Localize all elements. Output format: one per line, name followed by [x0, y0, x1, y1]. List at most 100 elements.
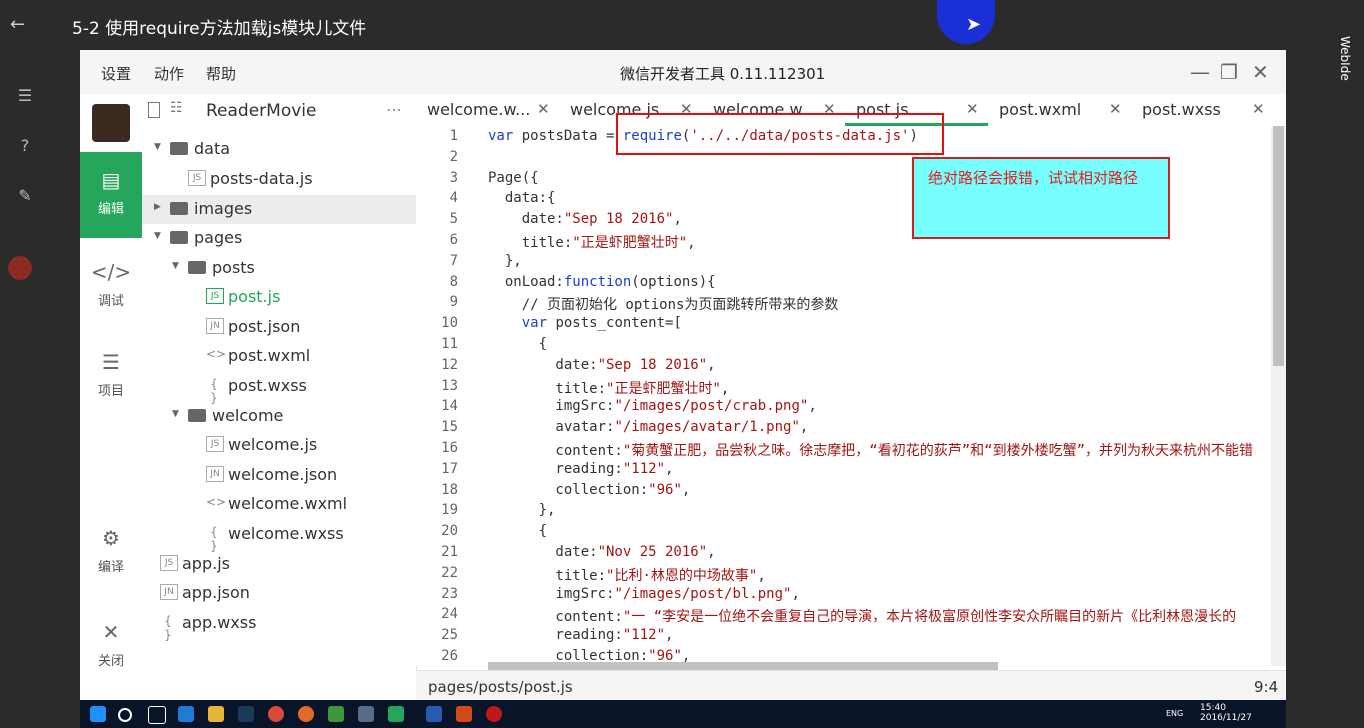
tree-file-post-wxml[interactable]: <> post.wxml — [142, 342, 416, 371]
json-file-icon: JN — [206, 318, 224, 334]
vertical-scrollbar[interactable] — [1271, 126, 1286, 666]
word-icon[interactable] — [426, 706, 442, 722]
line-number: 8 — [449, 273, 458, 290]
tree-item-label: pages — [194, 228, 243, 247]
tree-file-post-json[interactable]: JN post.json — [142, 313, 416, 342]
code-line[interactable]: 14 imgSrc:"/images/post/crab.png", — [416, 398, 1266, 419]
tree-file-welcome-wxss[interactable]: { } welcome.wxss — [142, 520, 416, 553]
windows-start-icon[interactable] — [90, 706, 106, 722]
close-window-icon[interactable]: ✕ — [1252, 60, 1269, 84]
pencil-icon[interactable]: ✎ — [12, 186, 38, 206]
tree-file-welcome-json[interactable]: JN welcome.json — [142, 461, 416, 490]
code-line[interactable]: 11 { — [416, 336, 1266, 357]
code-line[interactable]: 9 // 页面初始化 options为页面跳转所带来的参数 — [416, 294, 1266, 315]
style-file-icon: { } — [210, 377, 218, 405]
markup-file-icon: <> — [206, 347, 227, 361]
code-line[interactable]: 23 imgSrc:"/images/post/bl.png", — [416, 586, 1266, 607]
activity-compile[interactable]: ⚙ 编译 — [80, 510, 142, 596]
chrome-icon[interactable] — [268, 706, 284, 722]
code-text: { — [488, 336, 548, 352]
tree-folder-posts[interactable]: ▼ posts — [142, 254, 416, 283]
tree-file-welcome-js[interactable]: JS welcome.js — [142, 431, 416, 460]
tree-folder-images[interactable]: ▶ images — [142, 195, 416, 224]
tab-close-icon[interactable]: ✕ — [966, 100, 979, 118]
menu-help[interactable]: 帮助 — [206, 63, 236, 84]
tree-file-post-wxss[interactable]: { } post.wxss — [142, 372, 416, 405]
user-avatar-icon[interactable] — [8, 256, 32, 280]
menu-settings[interactable]: 设置 — [101, 63, 131, 84]
code-line[interactable]: 18 collection:"96", — [416, 482, 1266, 503]
menu-icon[interactable]: ☰ — [12, 86, 38, 106]
tree-folder-data[interactable]: ▼ data — [142, 135, 416, 164]
project-name: ReaderMovie — [206, 101, 317, 121]
tree-structure-icon[interactable]: ☷ — [170, 100, 183, 116]
code-line[interactable]: 8 onLoad:function(options){ — [416, 274, 1266, 295]
code-line[interactable]: 19 }, — [416, 502, 1266, 523]
annotation-note-text: 绝对路径会报错，试试相对路径 — [928, 169, 1139, 187]
app-icon-3[interactable] — [358, 706, 374, 722]
tab-welcome-wxml[interactable]: welcome.w... ✕ — [416, 94, 559, 126]
search-icon[interactable] — [118, 708, 132, 722]
back-arrow-icon[interactable]: ← — [10, 14, 25, 35]
code-line[interactable]: 13 title:"正是虾肥蟹壮时", — [416, 378, 1266, 399]
input-language[interactable]: ENG — [1166, 709, 1183, 718]
wechat-devtools-icon[interactable] — [388, 706, 404, 722]
tab-close-icon[interactable]: ✕ — [1109, 100, 1122, 118]
more-icon[interactable]: ⋯ — [386, 100, 402, 119]
tree-folder-pages[interactable]: ▼ pages — [142, 224, 416, 253]
activity-close[interactable]: ✕ 关闭 — [80, 604, 142, 690]
code-line[interactable]: 25 reading:"112", — [416, 627, 1266, 648]
activity-debug[interactable]: </> 调试 — [80, 244, 142, 330]
code-icon: ▤ — [101, 168, 121, 192]
vertical-scroll-thumb[interactable] — [1273, 126, 1284, 366]
tree-file-posts-data[interactable]: JS posts-data.js — [142, 165, 416, 194]
code-line[interactable]: 16 content:"菊黄蟹正肥，品尝秋之味。徐志摩把，“看初花的荻芦”和“到… — [416, 440, 1266, 461]
code-line[interactable]: 15 avatar:"/images/avatar/1.png", — [416, 419, 1266, 440]
style-file-icon: { } — [210, 525, 218, 553]
video-title: 5-2 使用require方法加载js模块儿文件 — [72, 19, 367, 39]
code-text: data:{ — [488, 190, 556, 207]
code-line[interactable]: 24 content:"一 “李安是一位绝不会重复自己的导演，本片将极富原创性李… — [416, 606, 1266, 627]
phone-icon[interactable] — [148, 102, 160, 118]
activity-edit[interactable]: ▤ 编辑 — [80, 152, 142, 238]
tab-post-wxml[interactable]: post.wxml ✕ — [988, 94, 1131, 126]
tab-post-wxss[interactable]: post.wxss ✕ — [1131, 94, 1274, 126]
tab-close-icon[interactable]: ✕ — [537, 100, 550, 118]
file-explorer-icon[interactable] — [208, 706, 224, 722]
code-line[interactable]: 12 date:"Sep 18 2016", — [416, 357, 1266, 378]
minimize-icon[interactable]: — — [1190, 60, 1210, 84]
code-text: title:"正是虾肥蟹壮时", — [488, 235, 696, 251]
code-text: reading:"112", — [488, 627, 674, 644]
restore-icon[interactable]: ❐ — [1220, 60, 1238, 84]
code-line[interactable]: 20 { — [416, 523, 1266, 544]
code-line[interactable]: 21 date:"Nov 25 2016", — [416, 544, 1266, 565]
code-line[interactable]: 10 var posts_content=[ — [416, 315, 1266, 336]
help-icon[interactable]: ? — [12, 136, 38, 156]
photoshop-icon[interactable] — [238, 706, 254, 722]
code-line[interactable]: 22 title:"比利·林恩的中场故事", — [416, 565, 1266, 586]
powerpoint-icon[interactable] — [456, 706, 472, 722]
tree-file-app-wxss[interactable]: { } app.wxss — [142, 609, 416, 642]
tab-close-icon[interactable]: ✕ — [1252, 100, 1265, 118]
tree-folder-welcome[interactable]: ▼ welcome — [142, 402, 416, 431]
code-line[interactable]: 7 }, — [416, 253, 1266, 274]
record-icon[interactable] — [486, 706, 502, 722]
menu-actions[interactable]: 动作 — [154, 63, 184, 84]
code-line[interactable]: 17 reading:"112", — [416, 461, 1266, 482]
tree-file-welcome-wxml[interactable]: <> welcome.wxml — [142, 490, 416, 519]
tree-file-app-js[interactable]: JS app.js — [142, 550, 416, 579]
edge-icon[interactable] — [178, 706, 194, 722]
task-view-icon[interactable] — [148, 706, 166, 724]
markup-file-icon: <> — [206, 495, 227, 509]
activity-project[interactable]: ☰ 项目 — [80, 334, 142, 420]
tree-file-post-js[interactable]: JS post.js — [142, 283, 416, 312]
tab-label: welcome.w... — [427, 100, 531, 119]
tree-item-label: welcome.wxml — [228, 494, 348, 513]
folder-icon — [170, 142, 188, 155]
os-taskbar: ENG 15:40 2016/11/27 — [80, 700, 1286, 728]
tree-file-app-json[interactable]: JN app.json — [142, 579, 416, 608]
horizontal-scroll-thumb[interactable] — [488, 662, 998, 670]
app-icon[interactable] — [298, 706, 314, 722]
line-number: 14 — [441, 398, 458, 415]
app-icon-2[interactable] — [328, 706, 344, 722]
